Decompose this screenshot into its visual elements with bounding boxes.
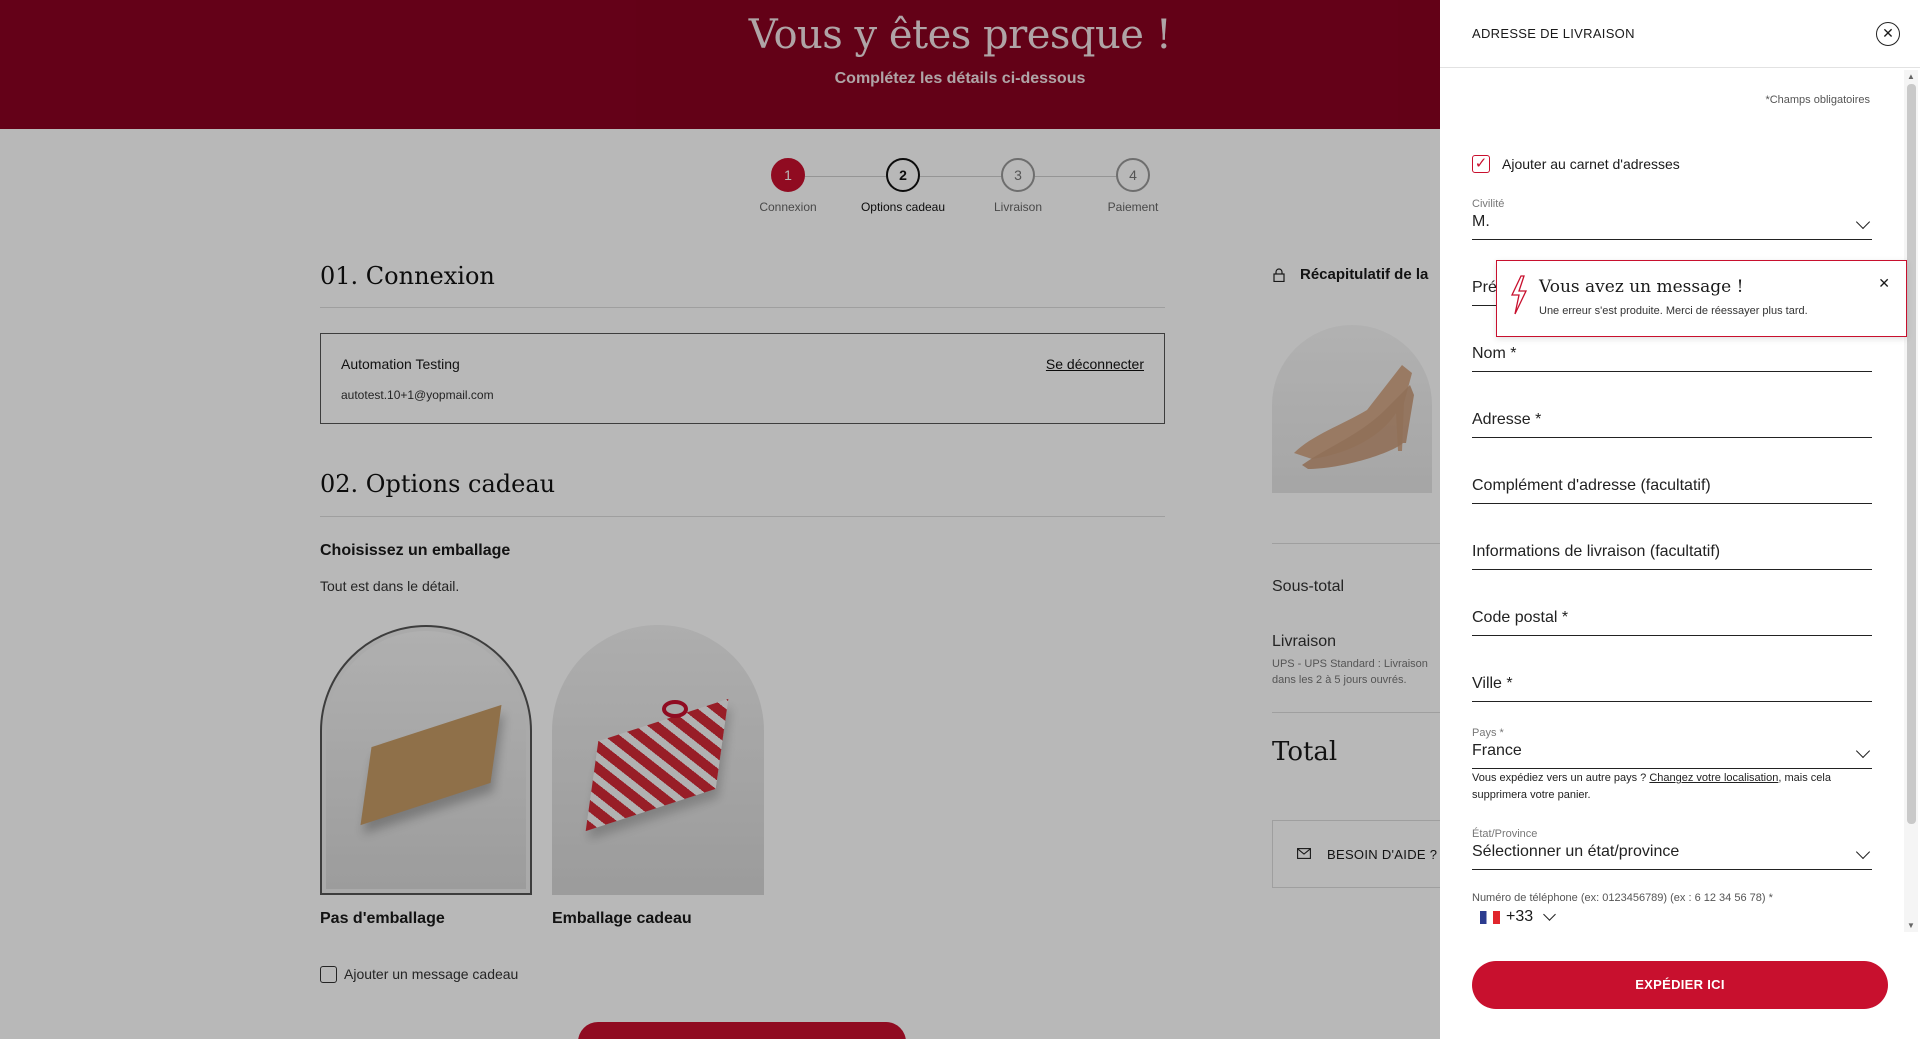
close-icon[interactable]: ✕ — [1876, 22, 1900, 46]
civility-select[interactable]: Civilité M. — [1472, 198, 1872, 240]
state-value: Sélectionner un état/province — [1472, 843, 1680, 860]
postal-code-label: Code postal * — [1472, 609, 1569, 626]
civility-value: M. — [1472, 213, 1490, 230]
country-note-text: Vous expédiez vers un autre pays ? — [1472, 772, 1650, 784]
change-location-link[interactable]: Changez votre localisation — [1649, 772, 1778, 784]
city-label: Ville * — [1472, 675, 1513, 692]
lastname-field[interactable]: Nom * — [1472, 336, 1872, 372]
lightning-icon — [1510, 275, 1528, 315]
toast-message: Une erreur s'est produite. Merci de rées… — [1539, 305, 1808, 317]
drawer-title: ADRESSE DE LIVRAISON — [1472, 26, 1635, 41]
france-flag-icon — [1480, 910, 1500, 924]
chevron-down-icon — [1855, 214, 1871, 230]
modal-backdrop[interactable] — [0, 0, 1440, 1039]
scroll-up-icon[interactable]: ▲ — [1907, 72, 1915, 81]
address-book-label[interactable]: Ajouter au carnet d'adresses — [1502, 156, 1680, 172]
postal-code-field[interactable]: Code postal * — [1472, 600, 1872, 636]
scroll-down-icon[interactable]: ▼ — [1907, 921, 1915, 930]
drawer-header: ADRESSE DE LIVRAISON ✕ — [1440, 0, 1920, 68]
address2-field[interactable]: Complément d'adresse (facultatif) — [1472, 468, 1872, 504]
phone-code-value: +33 — [1506, 908, 1534, 925]
chevron-down-icon — [1855, 844, 1871, 860]
lastname-label: Nom * — [1472, 345, 1517, 362]
country-note: Vous expédiez vers un autre pays ? Chang… — [1472, 770, 1872, 804]
phone-country-select[interactable]: +33 — [1480, 908, 1557, 926]
ship-here-button[interactable]: EXPÉDIER ICI — [1472, 961, 1888, 1009]
country-select[interactable]: Pays * France — [1472, 727, 1872, 769]
required-note: *Champs obligatoires — [1765, 94, 1870, 106]
scroll-thumb[interactable] — [1907, 84, 1916, 824]
country-label: Pays * — [1472, 727, 1504, 739]
city-field[interactable]: Ville * — [1472, 666, 1872, 702]
address-book-checkbox[interactable]: ✓ — [1472, 155, 1490, 173]
state-label: État/Province — [1472, 828, 1538, 840]
error-toast: Vous avez un message ! Une erreur s'est … — [1496, 260, 1907, 337]
state-select[interactable]: État/Province Sélectionner un état/provi… — [1472, 828, 1872, 870]
chevron-down-icon — [1855, 743, 1871, 759]
civility-label: Civilité — [1472, 198, 1505, 210]
address2-label: Complément d'adresse (facultatif) — [1472, 477, 1711, 494]
checkout-page: Vous y êtes presque ! Complétez les déta… — [0, 0, 1920, 1039]
close-icon[interactable]: ✕ — [1878, 275, 1890, 292]
address-field[interactable]: Adresse * — [1472, 402, 1872, 438]
country-value: France — [1472, 742, 1522, 759]
drawer-scrollbar[interactable]: ▲ ▼ — [1904, 70, 1918, 932]
delivery-info-field[interactable]: Informations de livraison (facultatif) — [1472, 534, 1872, 570]
address-label: Adresse * — [1472, 411, 1542, 428]
toast-title: Vous avez un message ! — [1539, 277, 1744, 297]
chevron-down-icon — [1543, 908, 1557, 921]
phone-label: Numéro de téléphone (ex: 0123456789) (ex… — [1472, 892, 1773, 904]
delivery-info-label: Informations de livraison (facultatif) — [1472, 543, 1721, 560]
